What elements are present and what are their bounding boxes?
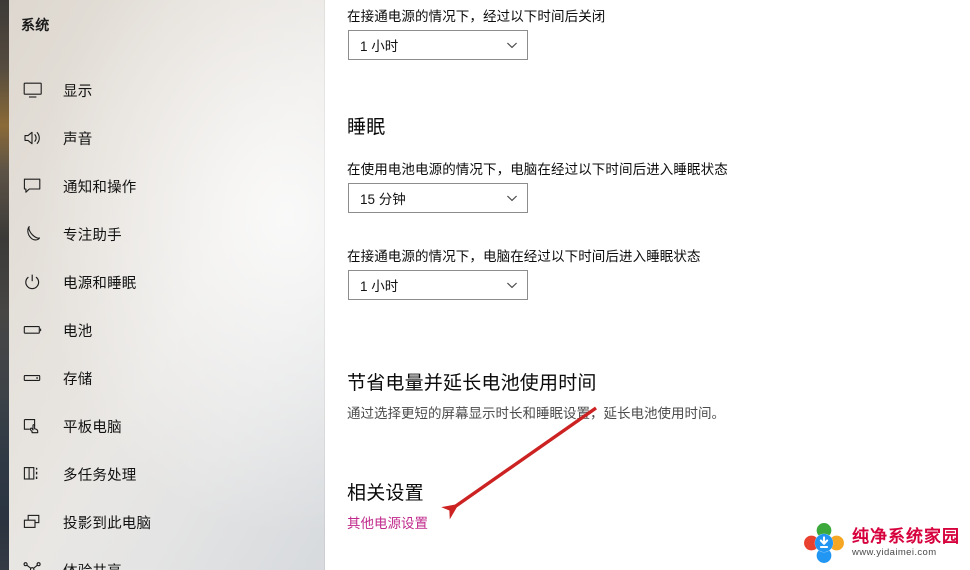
- sidebar-item-label: 专注助手: [63, 227, 122, 244]
- dropdown-value: 1 小时: [360, 279, 399, 294]
- storage-icon: [23, 366, 53, 390]
- site-watermark: 纯净系统家园 www.yidaimei.com: [803, 522, 960, 564]
- chevron-down-icon: [506, 195, 518, 202]
- sidebar-item-project-to-this-pc[interactable]: 投影到此电脑: [9, 498, 325, 546]
- screen-plugged-dropdown[interactable]: 1 小时: [348, 30, 528, 60]
- watermark-text: 纯净系统家园 www.yidaimei.com: [852, 526, 960, 559]
- page-title: 系统: [21, 17, 50, 33]
- save-power-heading: 节省电量并延长电池使用时间: [347, 373, 597, 394]
- sidebar-item-label: 电池: [63, 323, 93, 340]
- sidebar-item-storage[interactable]: 存储: [9, 354, 325, 402]
- sidebar-item-shared-experiences[interactable]: 体验共享: [9, 546, 325, 570]
- multitask-icon: [23, 462, 53, 486]
- chat-bubble-icon: [23, 174, 53, 198]
- watermark-site-name: 纯净系统家园: [852, 526, 960, 546]
- sidebar-item-label: 电源和睡眠: [63, 275, 137, 292]
- related-settings-heading: 相关设置: [347, 483, 424, 504]
- sidebar-item-tablet[interactable]: 平板电脑: [9, 402, 325, 450]
- sidebar-item-power-and-sleep[interactable]: 电源和睡眠: [9, 258, 325, 306]
- desktop-background-strip: [0, 0, 9, 570]
- sidebar-item-label: 声音: [63, 131, 93, 148]
- settings-sidebar: 系统 显示 声音 通知和操作 专注助手 电源和睡眠 电池 存储 平板电脑 多任务…: [9, 0, 325, 570]
- save-power-subtext: 通过选择更短的屏幕显示时长和睡眠设置，延长电池使用时间。: [347, 406, 725, 421]
- sleep-heading: 睡眠: [347, 117, 386, 138]
- watermark-site-url: www.yidaimei.com: [852, 547, 937, 559]
- sidebar-item-label: 体验共享: [63, 560, 122, 570]
- screen-plugged-label: 在接通电源的情况下，经过以下时间后关闭: [347, 9, 606, 24]
- settings-window: 系统 显示 声音 通知和操作 专注助手 电源和睡眠 电池 存储 平板电脑 多任务…: [0, 0, 970, 570]
- watermark-logo-icon: [804, 523, 844, 563]
- sidebar-item-sound[interactable]: 声音: [9, 114, 325, 162]
- sidebar-item-label: 显示: [63, 83, 93, 100]
- monitor-icon: [23, 78, 53, 102]
- sleep-battery-label: 在使用电池电源的情况下，电脑在经过以下时间后进入睡眠状态: [347, 162, 728, 177]
- sidebar-item-focus-assist[interactable]: 专注助手: [9, 210, 325, 258]
- sleep-battery-dropdown[interactable]: 15 分钟: [348, 183, 528, 213]
- share-nodes-icon: [23, 558, 53, 570]
- other-power-settings-link[interactable]: 其他电源设置: [347, 512, 428, 532]
- sidebar-item-label: 通知和操作: [63, 179, 137, 196]
- sleep-plugged-dropdown[interactable]: 1 小时: [348, 270, 528, 300]
- battery-icon: [23, 318, 53, 342]
- sidebar-nav-list: 显示 声音 通知和操作 专注助手 电源和睡眠 电池 存储 平板电脑 多任务处理 …: [9, 66, 325, 570]
- moon-icon: [23, 222, 53, 246]
- dropdown-value: 15 分钟: [360, 192, 406, 207]
- speaker-icon: [23, 126, 53, 150]
- sleep-plugged-label: 在接通电源的情况下，电脑在经过以下时间后进入睡眠状态: [347, 249, 701, 264]
- chevron-down-icon: [506, 282, 518, 289]
- dropdown-value: 1 小时: [360, 39, 399, 54]
- sidebar-item-label: 存储: [63, 371, 93, 388]
- settings-content: 在接通电源的情况下，经过以下时间后关闭 1 小时 睡眠 在使用电池电源的情况下，…: [325, 0, 970, 570]
- tablet-icon: [23, 414, 53, 438]
- sidebar-item-label: 平板电脑: [63, 419, 122, 436]
- sidebar-item-notifications[interactable]: 通知和操作: [9, 162, 325, 210]
- chevron-down-icon: [506, 42, 518, 49]
- sidebar-item-multitasking[interactable]: 多任务处理: [9, 450, 325, 498]
- sidebar-item-battery[interactable]: 电池: [9, 306, 325, 354]
- project-icon: [23, 510, 53, 534]
- sidebar-item-label: 投影到此电脑: [63, 515, 152, 532]
- sidebar-item-display[interactable]: 显示: [9, 66, 325, 114]
- power-icon: [23, 270, 53, 294]
- sidebar-item-label: 多任务处理: [63, 467, 137, 484]
